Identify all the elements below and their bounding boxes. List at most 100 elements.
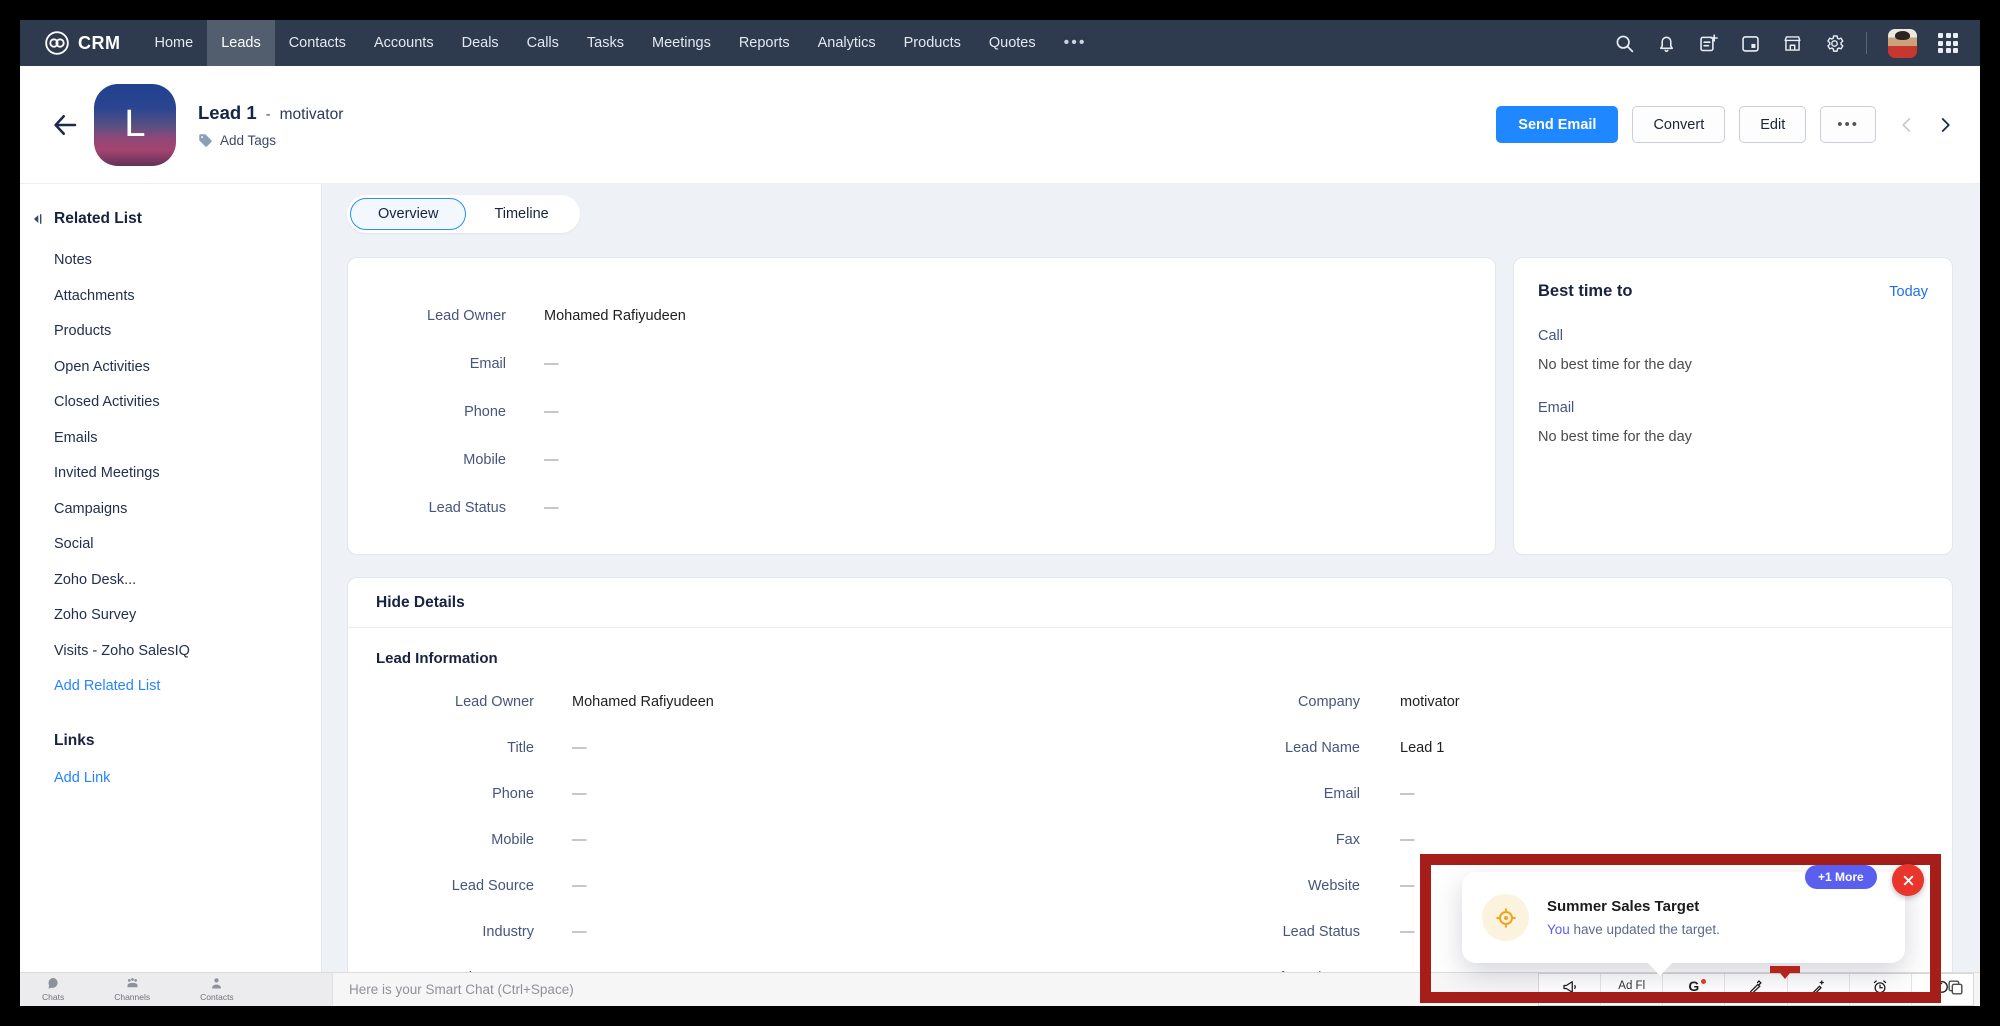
detail-row: Mobile —	[376, 817, 1150, 863]
field-value[interactable]: —	[544, 404, 559, 420]
next-record-chevron-icon[interactable]	[1936, 116, 1954, 134]
sidebar-item-closed-activities[interactable]: Closed Activities	[54, 394, 311, 410]
best-time-card: Best time to Today Call No best time for…	[1513, 257, 1953, 555]
send-email-button[interactable]: Send Email	[1496, 106, 1618, 143]
add-tags-button[interactable]: Add Tags	[198, 133, 343, 148]
field-value[interactable]: —	[544, 452, 559, 468]
nav-item-quotes[interactable]: Quotes	[975, 20, 1050, 66]
zoho-rings-icon	[44, 30, 70, 56]
apps-grid-icon[interactable]	[1938, 33, 1958, 53]
crm-logo[interactable]: CRM	[20, 20, 141, 66]
lead-title-block: Lead 1 - motivator Add Tags	[198, 102, 343, 148]
dock-item-chats[interactable]: Chats	[42, 976, 64, 1006]
sidebar-item-zoho-survey[interactable]: Zoho Survey	[54, 607, 311, 623]
copy-windows-icon[interactable]	[1946, 978, 1965, 1002]
nav-item-accounts[interactable]: Accounts	[360, 20, 448, 66]
field-value[interactable]: Mohamed Rafiyudeen	[544, 308, 686, 324]
detail-row: Phone —	[376, 771, 1150, 817]
summary-row: Phone —	[348, 388, 1495, 436]
detail-row: Email —	[1150, 771, 1924, 817]
field-value[interactable]: —	[544, 356, 559, 372]
nav-divider	[1866, 32, 1867, 54]
best-time-call-text: No best time for the day	[1538, 357, 1928, 373]
nav-item-products[interactable]: Products	[890, 20, 975, 66]
sidebar-item-open-activities[interactable]: Open Activities	[54, 359, 311, 375]
field-value[interactable]: —	[1400, 878, 1415, 894]
add-link-link[interactable]: Add Link	[54, 770, 311, 786]
quick-create-note-icon[interactable]	[1698, 33, 1719, 54]
field-label: Lead Owner	[348, 308, 506, 324]
field-value[interactable]: —	[1400, 832, 1415, 848]
back-arrow-icon[interactable]	[50, 110, 80, 140]
field-label: Phone	[348, 404, 506, 420]
detail-row: Industry —	[376, 909, 1150, 955]
field-label: Company	[1150, 694, 1360, 710]
nav-item-tasks[interactable]: Tasks	[573, 20, 638, 66]
sidebar-item-social[interactable]: Social	[54, 536, 311, 552]
header-actions: Send Email Convert Edit •••	[1496, 106, 1954, 143]
sidebar-item-invited-meetings[interactable]: Invited Meetings	[54, 465, 311, 481]
settings-gear-icon[interactable]	[1824, 33, 1845, 54]
field-value[interactable]: —	[1400, 786, 1415, 802]
target-icon	[1494, 906, 1518, 930]
field-value[interactable]: —	[572, 740, 587, 756]
marketplace-store-icon[interactable]	[1782, 33, 1803, 54]
search-icon[interactable]	[1614, 33, 1635, 54]
lead-avatar-letter: L	[124, 103, 145, 146]
field-value[interactable]: —	[544, 500, 559, 516]
smart-chat-placeholder: Here is your Smart Chat (Ctrl+Space)	[349, 982, 574, 997]
nav-item-analytics[interactable]: Analytics	[804, 20, 890, 66]
contact-person-icon	[209, 976, 224, 991]
tab-overview[interactable]: Overview	[350, 198, 466, 230]
nav-item-deals[interactable]: Deals	[448, 20, 513, 66]
record-pager	[1898, 116, 1954, 134]
more-notifications-badge[interactable]: +1 More	[1805, 865, 1877, 889]
prev-record-chevron-icon[interactable]	[1898, 116, 1916, 134]
brand-name: CRM	[78, 33, 121, 54]
field-label: Industry	[376, 924, 534, 940]
sidebar-item-visits-salesiq[interactable]: Visits - Zoho SalesIQ	[54, 643, 311, 659]
collapse-panel-icon[interactable]	[30, 212, 44, 226]
notification-title: Summer Sales Target	[1547, 898, 1720, 915]
field-value[interactable]: —	[572, 832, 587, 848]
nav-right-icons	[1614, 20, 1980, 66]
field-value[interactable]: —	[572, 786, 587, 802]
nav-item-home[interactable]: Home	[141, 20, 208, 66]
sidebar-item-products[interactable]: Products	[54, 323, 311, 339]
dock-item-channels[interactable]: Channels	[114, 976, 150, 1006]
field-value[interactable]: —	[1400, 924, 1415, 940]
close-notification-button[interactable]	[1892, 864, 1924, 896]
nav-item-leads[interactable]: Leads	[207, 20, 275, 66]
tab-timeline[interactable]: Timeline	[466, 198, 576, 230]
today-link[interactable]: Today	[1889, 284, 1928, 300]
sidebar-item-attachments[interactable]: Attachments	[54, 288, 311, 304]
notification-message-rest: have updated the target.	[1570, 922, 1720, 937]
sidebar-item-zoho-desk[interactable]: Zoho Desk...	[54, 572, 311, 588]
sidebar-item-emails[interactable]: Emails	[54, 430, 311, 446]
field-value[interactable]: Lead 1	[1400, 740, 1444, 756]
field-value[interactable]: —	[572, 878, 587, 894]
sidebar-item-notes[interactable]: Notes	[54, 252, 311, 268]
nav-item-contacts[interactable]: Contacts	[275, 20, 360, 66]
more-actions-button[interactable]: •••	[1820, 106, 1876, 143]
convert-button[interactable]: Convert	[1632, 106, 1725, 143]
add-related-list-link[interactable]: Add Related List	[54, 678, 311, 694]
field-value[interactable]: motivator	[1400, 694, 1460, 710]
field-value[interactable]: Mohamed Rafiyudeen	[572, 694, 714, 710]
title-separator: -	[266, 106, 271, 123]
field-label: Mobile	[348, 452, 506, 468]
nav-item-meetings[interactable]: Meetings	[638, 20, 725, 66]
nav-item-calls[interactable]: Calls	[513, 20, 573, 66]
detail-row: Lead Owner Mohamed Rafiyudeen	[376, 679, 1150, 725]
dock-item-contacts[interactable]: Contacts	[200, 976, 234, 1006]
user-avatar[interactable]	[1888, 29, 1917, 58]
hide-details-toggle[interactable]: Hide Details	[376, 594, 465, 612]
field-value[interactable]: —	[572, 924, 587, 940]
nav-more-icon[interactable]: •••	[1050, 20, 1101, 66]
edit-button[interactable]: Edit	[1739, 106, 1806, 143]
sidebar-item-campaigns[interactable]: Campaigns	[54, 501, 311, 517]
notifications-bell-icon[interactable]	[1656, 33, 1677, 54]
calendar-icon[interactable]	[1740, 33, 1761, 54]
field-label: Lead Status	[348, 500, 506, 516]
nav-item-reports[interactable]: Reports	[725, 20, 804, 66]
